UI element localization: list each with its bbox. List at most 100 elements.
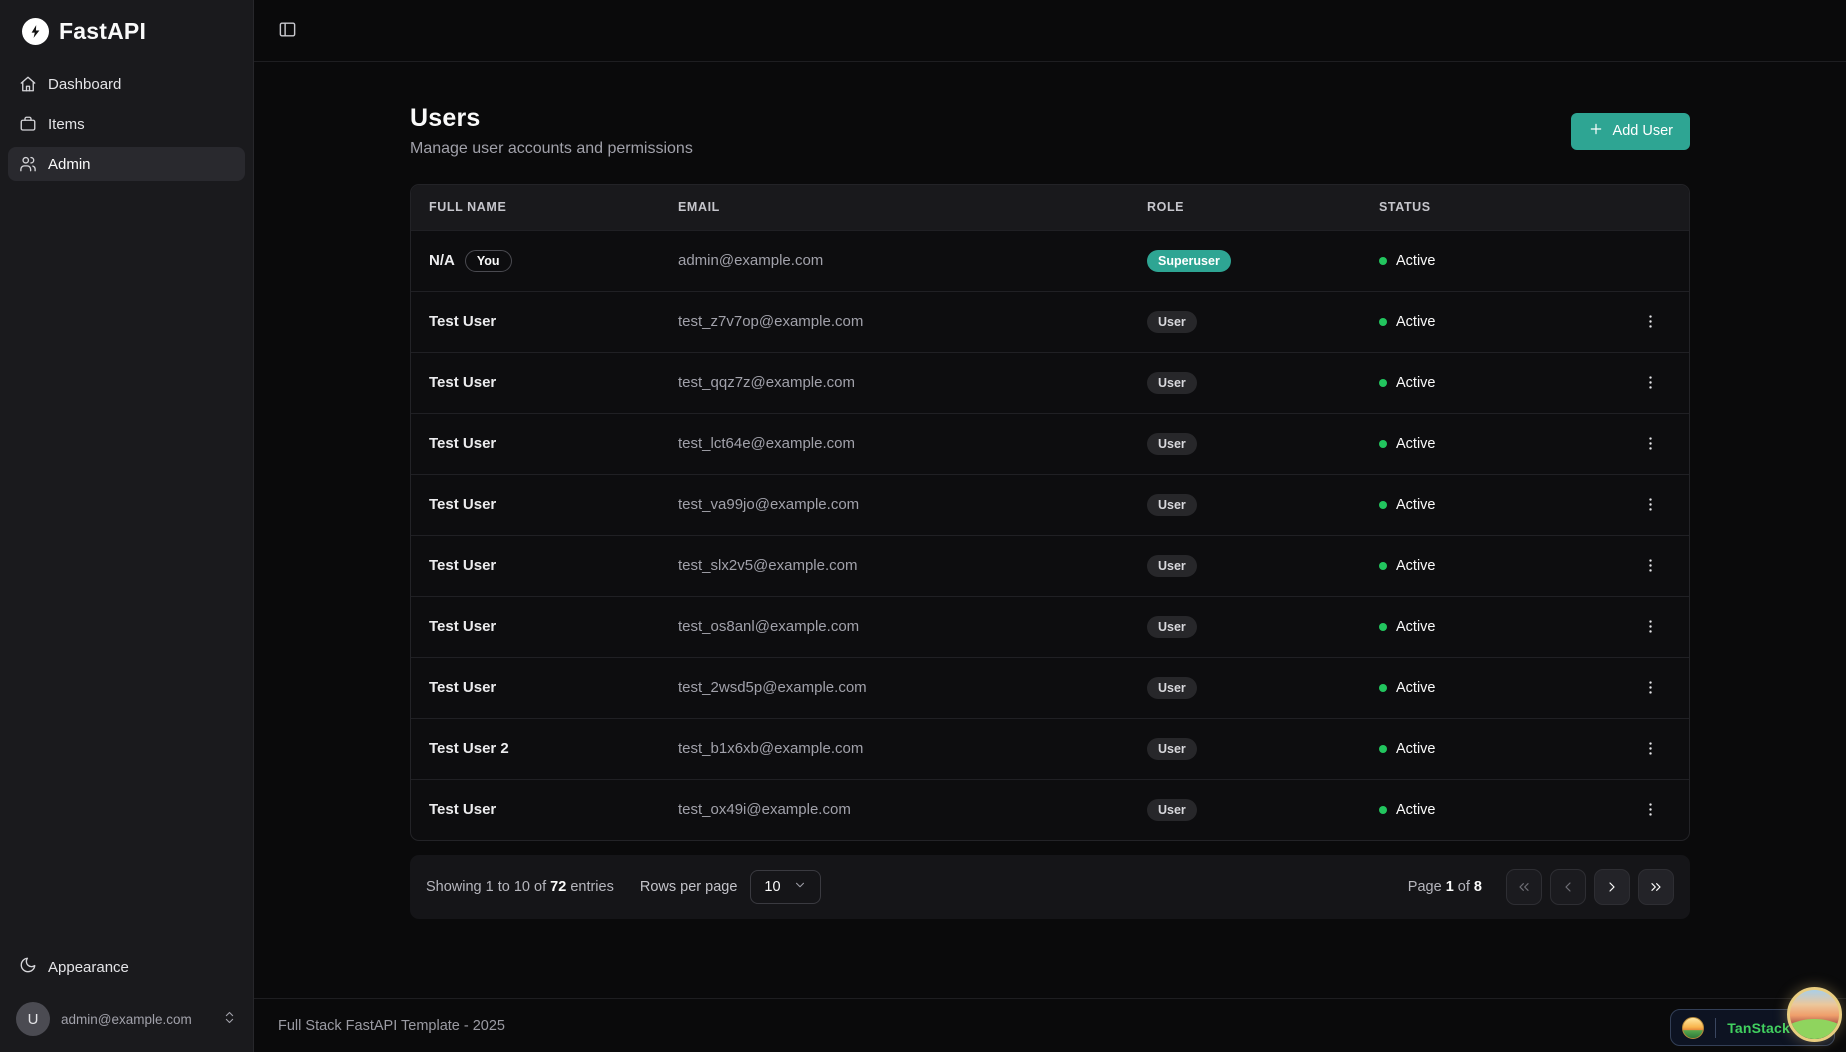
status-text: Active: [1396, 496, 1436, 513]
role-badge: User: [1147, 554, 1197, 577]
island-icon: [1682, 1016, 1705, 1039]
row-actions-button[interactable]: [1635, 368, 1665, 398]
table-row: Test User test_2wsd5p@example.com User Acti…: [411, 656, 1689, 718]
user-menu[interactable]: U admin@example.com: [8, 996, 245, 1042]
status-active-dot-icon: [1379, 622, 1387, 631]
user-full-name: Test User: [429, 313, 497, 330]
column-header-actions: [1601, 185, 1689, 230]
kebab-menu-icon: [1642, 801, 1659, 818]
role-badge: User: [1147, 615, 1197, 638]
row-actions-button[interactable]: [1635, 551, 1665, 581]
table-row: Test User test_va99jo@example.com User Acti…: [411, 473, 1689, 535]
row-actions-button[interactable]: [1635, 795, 1665, 825]
user-email: test_slx2v5@example.com: [660, 534, 1129, 596]
column-header-full-name: Full Name: [411, 185, 660, 230]
row-actions-button[interactable]: [1635, 429, 1665, 459]
plus-icon: [1588, 121, 1604, 141]
page-head: Users Manage user accounts and permissio…: [410, 104, 1690, 158]
table-row: Test User test_lct64e@example.com User Acti…: [411, 412, 1689, 474]
last-page-button[interactable]: [1638, 869, 1674, 905]
rows-per-page-label: Rows per page: [639, 879, 738, 895]
status-active-dot-icon: [1379, 744, 1387, 753]
role-badge: User: [1147, 371, 1197, 394]
user-full-name: Test User: [429, 618, 497, 635]
lightning-bolt-icon: [22, 18, 49, 45]
kebab-menu-icon: [1642, 374, 1659, 391]
sidebar-item-items[interactable]: Items: [8, 107, 245, 141]
content: Users Manage user accounts and permissio…: [254, 62, 1846, 998]
status-active-dot-icon: [1379, 500, 1387, 509]
kebab-menu-icon: [1642, 740, 1659, 757]
sidebar-toggle-button[interactable]: [272, 16, 302, 46]
status-cell: Active: [1379, 558, 1583, 574]
previous-page-button[interactable]: [1550, 869, 1586, 905]
row-actions-button[interactable]: [1635, 612, 1665, 642]
chevrons-left-icon: [1516, 879, 1532, 895]
status-text: Active: [1396, 313, 1436, 330]
kebab-menu-icon: [1642, 496, 1659, 513]
main-area: Users Manage user accounts and permissio…: [254, 0, 1846, 1052]
rows-per-page-select[interactable]: 10: [750, 870, 821, 904]
user-email: test_qqz7z@example.com: [660, 351, 1129, 413]
next-page-button[interactable]: [1594, 869, 1630, 905]
footer-text: Full Stack FastAPI Template - 2025: [278, 1017, 506, 1034]
kebab-menu-icon: [1642, 679, 1659, 696]
status-active-dot-icon: [1379, 317, 1387, 326]
users-icon: [19, 155, 37, 173]
user-email: admin@example.com: [660, 229, 1129, 291]
status-active-dot-icon: [1379, 439, 1387, 448]
chevron-left-icon: [1560, 879, 1576, 895]
user-email: test_2wsd5p@example.com: [660, 656, 1129, 718]
status-active-dot-icon: [1379, 378, 1387, 387]
table-row: Test User test_z7v7op@example.com User Acti…: [411, 290, 1689, 352]
tanstack-label: TanStack: [1727, 1019, 1790, 1036]
appearance-label: Appearance: [48, 958, 129, 976]
row-actions-button[interactable]: [1635, 490, 1665, 520]
user-full-name: Test User 2: [429, 740, 509, 757]
role-badge: User: [1147, 676, 1197, 699]
brand-name: FastAPI: [59, 18, 147, 44]
row-actions-button[interactable]: [1635, 307, 1665, 337]
sidebar-bottom: Appearance U admin@example.com: [0, 940, 253, 1052]
sidebar-item-appearance[interactable]: Appearance: [8, 948, 245, 986]
users-table-card: Full Name Email Role Status N/A You admin@exa…: [410, 184, 1690, 841]
add-user-button[interactable]: Add User: [1570, 112, 1690, 150]
user-full-name: Test User: [429, 374, 497, 391]
user-email: test_ox49i@example.com: [660, 778, 1129, 840]
first-page-button[interactable]: [1506, 869, 1542, 905]
kebab-menu-icon: [1642, 313, 1659, 330]
status-active-dot-icon: [1379, 561, 1387, 570]
table-row: Test User test_slx2v5@example.com User Acti…: [411, 534, 1689, 596]
sunset-island-icon[interactable]: [1787, 987, 1842, 1042]
status-cell: Active: [1379, 436, 1583, 452]
footer: Full Stack FastAPI Template - 2025: [254, 998, 1846, 1052]
status-text: Active: [1396, 801, 1436, 818]
you-badge: You: [464, 249, 512, 272]
status-text: Active: [1396, 740, 1436, 757]
table-row: Test User 2 test_b1x6xb@example.com User Ac…: [411, 717, 1689, 779]
chevron-right-icon: [1604, 879, 1620, 895]
sidebar-item-dashboard[interactable]: Dashboard: [8, 67, 245, 101]
status-cell: Active: [1379, 802, 1583, 818]
row-actions-button[interactable]: [1635, 673, 1665, 703]
user-email: test_lct64e@example.com: [660, 412, 1129, 474]
role-badge: User: [1147, 310, 1197, 333]
table-row: Test User test_os8anl@example.com User Acti…: [411, 595, 1689, 657]
status-text: Active: [1396, 557, 1436, 574]
user-email: test_os8anl@example.com: [660, 595, 1129, 657]
row-actions-button[interactable]: [1635, 734, 1665, 764]
status-cell: Active: [1379, 741, 1583, 757]
brand: FastAPI: [0, 0, 253, 67]
table-row: Test User test_qqz7z@example.com User Activ…: [411, 351, 1689, 413]
sidebar-item-admin[interactable]: Admin: [8, 147, 245, 181]
page-title: Users: [410, 104, 481, 132]
status-cell: Active: [1379, 253, 1583, 269]
panel-left-icon: [278, 20, 297, 42]
column-header-role: Role: [1129, 185, 1361, 230]
pagination-right: Page 1 of 8: [1408, 869, 1674, 905]
user-full-name: Test User: [429, 496, 497, 513]
status-cell: Active: [1379, 375, 1583, 391]
showing-entries-text: Showing 1 to 10 of 72 entries: [426, 879, 614, 895]
table-row: N/A You admin@example.com Superuser Active: [411, 229, 1689, 291]
